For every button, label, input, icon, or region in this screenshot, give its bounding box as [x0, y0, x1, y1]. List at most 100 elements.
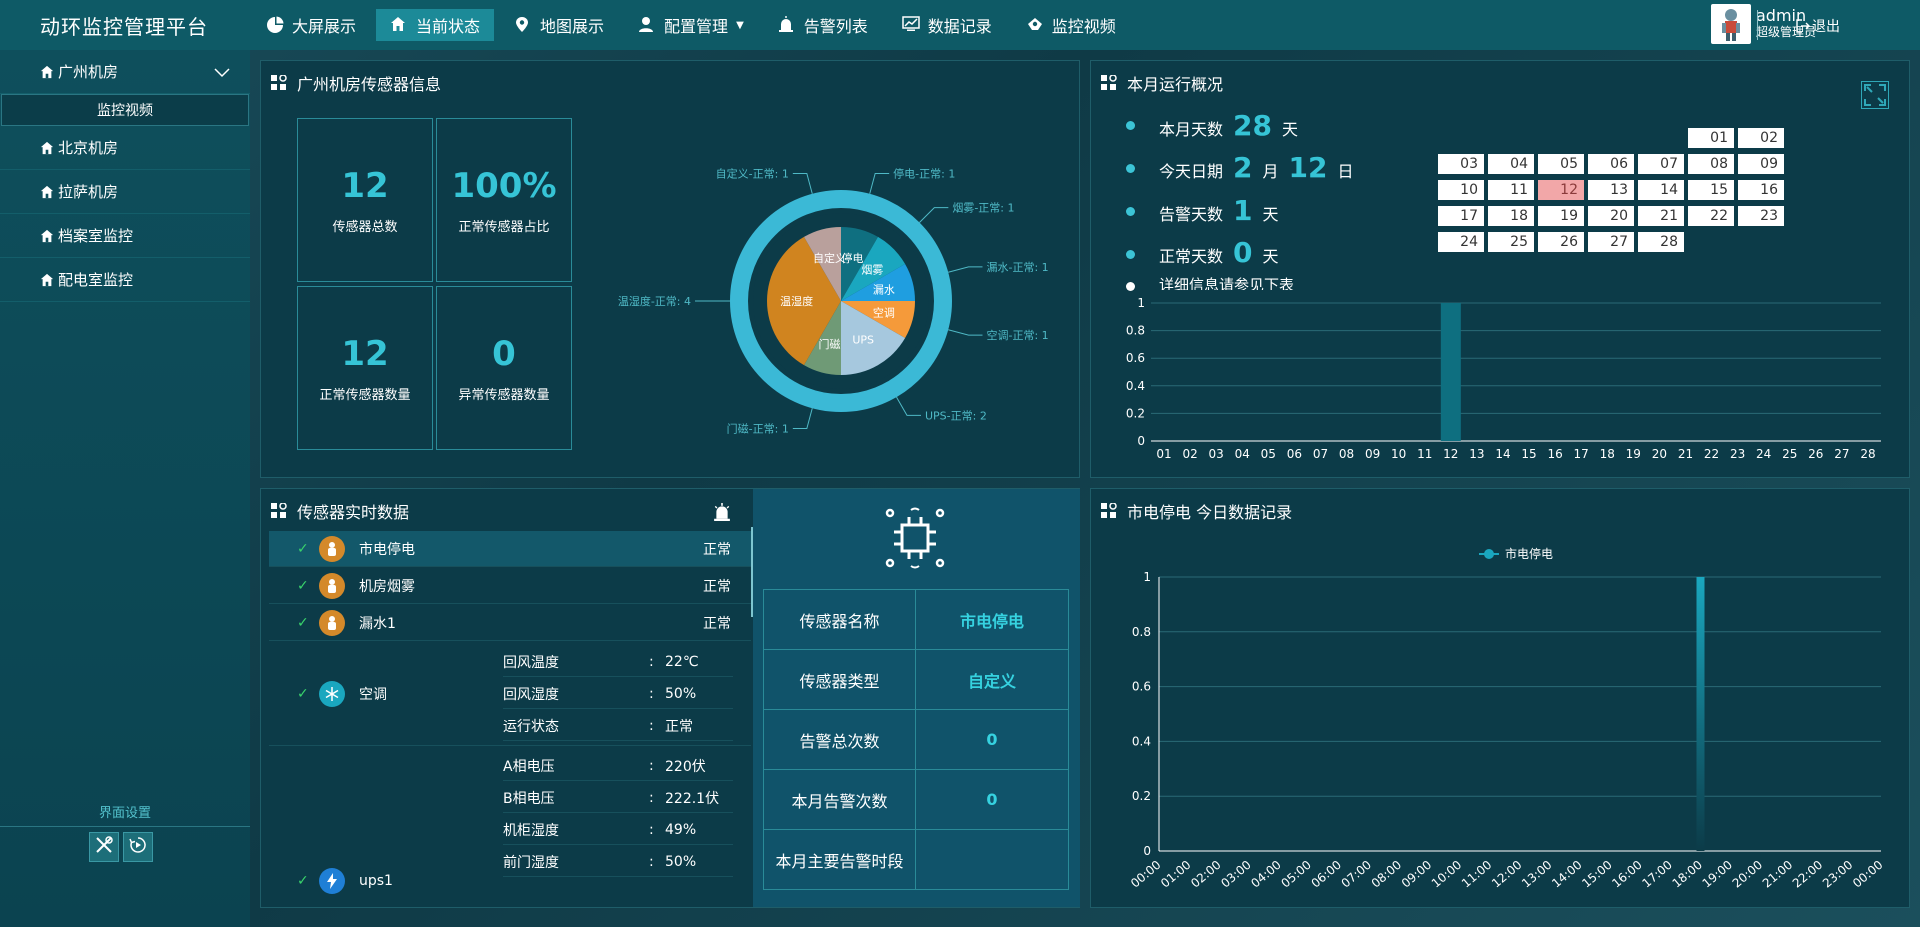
calendar-day[interactable]: 26 — [1538, 232, 1584, 252]
sidebar-item-lhasa[interactable]: 拉萨机房 — [0, 170, 250, 214]
x-tick-label: 07 — [1313, 447, 1328, 461]
sidebar-item-label: 北京机房 — [58, 139, 119, 157]
calendar-day[interactable]: 01 — [1688, 128, 1734, 148]
calendar-day[interactable]: 20 — [1588, 206, 1634, 226]
panel-icon — [1101, 75, 1117, 91]
y-tick-label: 0.2 — [1126, 406, 1145, 420]
callout-label: 门磁-正常: 1 — [727, 422, 789, 436]
sidebar-item-power-room[interactable]: 配电室监控 — [0, 258, 250, 302]
field-colon: : — [649, 685, 654, 702]
donut-slice-label: 自定义 — [813, 251, 846, 265]
sidebar: 广州机房 监控视频 北京机房 拉萨机房 档案室监控 配电室监控 界面设置 — [0, 50, 250, 927]
x-tick-label: 15 — [1521, 447, 1536, 461]
today-record-panel: 市电停电 今日数据记录 市电停电 0 0.2 0.4 0.6 0.8 1 00:00 01:00… — [1090, 488, 1910, 908]
x-tick-label: 08 — [1339, 447, 1354, 461]
nav-current-status[interactable]: 当前状态 — [376, 9, 495, 41]
calendar-day[interactable]: 08 — [1688, 154, 1734, 174]
panel-title-text: 传感器实时数据 — [297, 503, 410, 522]
x-tick-label: 02 — [1182, 447, 1197, 461]
calendar-day[interactable]: 17 — [1438, 206, 1484, 226]
panel-title: 传感器实时数据 — [271, 499, 409, 523]
sensor-row[interactable]: ✓ 漏水1 正常 — [269, 605, 751, 641]
calendar-day[interactable]: 04 — [1488, 154, 1534, 174]
nav-map[interactable]: 地图展示 — [500, 9, 618, 41]
panel-title-text: 市电停电 今日数据记录 — [1127, 503, 1293, 522]
panel-icon — [271, 503, 287, 519]
calendar-day[interactable]: 14 — [1638, 180, 1684, 200]
detail-key: 本月告警次数 — [763, 769, 916, 830]
y-tick-label: 0.6 — [1126, 351, 1145, 365]
calendar-day[interactable]: 22 — [1688, 206, 1734, 226]
alarm-icon — [778, 16, 796, 34]
replay-icon — [128, 835, 148, 859]
callout-line — [948, 329, 983, 336]
stat-value: 0 — [492, 333, 516, 374]
calendar-day[interactable]: 18 — [1488, 206, 1534, 226]
replay-button[interactable] — [123, 832, 153, 862]
sidebar-item-beijing[interactable]: 北京机房 — [0, 126, 250, 170]
sensor-row[interactable]: ✓ 机房烟雾 正常 — [269, 568, 751, 604]
sidebar-item-guangzhou[interactable]: 广州机房 — [0, 50, 250, 94]
calendar-day[interactable]: 06 — [1588, 154, 1634, 174]
expand-button[interactable] — [1861, 81, 1889, 113]
sensor-state: 正常 — [703, 578, 731, 595]
calendar-day[interactable]: 16 — [1738, 180, 1784, 200]
calendar-day[interactable]: 11 — [1488, 180, 1534, 200]
sidebar-item-archive[interactable]: 档案室监控 — [0, 214, 250, 258]
calendar-day[interactable]: 03 — [1438, 154, 1484, 174]
calendar-day[interactable]: 25 — [1488, 232, 1534, 252]
alarm-icon[interactable] — [713, 503, 731, 525]
calendar-day[interactable]: 13 — [1588, 180, 1634, 200]
sidebar-sub-video[interactable]: 监控视频 — [1, 94, 249, 126]
field-key: 运行状态 — [503, 718, 559, 735]
calendar-day[interactable]: 12 — [1538, 180, 1584, 200]
nav-alarm-list[interactable]: 告警列表 — [764, 9, 882, 41]
logout-button[interactable]: 退出 — [1796, 16, 1840, 36]
field-row: 机柜湿度:49% — [503, 815, 733, 845]
field-colon: : — [649, 717, 654, 734]
x-tick-label: 00:00 — [1128, 858, 1163, 891]
calendar-day[interactable]: 21 — [1638, 206, 1684, 226]
sensor-icon — [319, 609, 345, 636]
detail-note: 详细信息请参见下表 — [1159, 276, 1295, 290]
top-bar: 动环监控管理平台 大屏展示 当前状态 地图展示 配置管理 ▼ 告警列表 数据记录… — [0, 0, 1920, 50]
calendar-day[interactable]: 10 — [1438, 180, 1484, 200]
calendar-day[interactable]: 02 — [1738, 128, 1784, 148]
chevron-down-icon[interactable] — [214, 64, 230, 82]
today-month-value: 2 — [1233, 151, 1253, 184]
calendar-day[interactable]: 27 — [1588, 232, 1634, 252]
snowflake-icon — [319, 681, 345, 707]
home-icon — [40, 65, 54, 79]
sensor-row[interactable]: ✓ 市电停电 正常 — [269, 531, 751, 567]
x-tick-label: 03:00 — [1218, 858, 1253, 891]
nav-video[interactable]: 监控视频 — [1012, 9, 1130, 41]
x-tick-label: 04 — [1235, 447, 1250, 461]
donut-slices: 停电烟雾漏水空调UPS门磁温湿度自定义 — [767, 227, 915, 375]
x-tick-label: 24 — [1756, 447, 1771, 461]
detail-key: 告警总次数 — [763, 709, 916, 770]
tools-button[interactable] — [89, 832, 119, 862]
sensor-info-panel: 广州机房传感器信息 12 传感器总数 100% 正常传感器占比 12 正常传感器… — [260, 60, 1080, 478]
avatar[interactable] — [1710, 4, 1751, 44]
stat-value: 100% — [451, 165, 557, 206]
calendar-day[interactable]: 15 — [1688, 180, 1734, 200]
alarm-days-row: 告警天数 1 天 — [1159, 194, 1279, 227]
alarm-days-value: 1 — [1233, 194, 1253, 227]
nav-dashboard[interactable]: 大屏展示 — [252, 9, 370, 41]
calendar-day[interactable]: 05 — [1538, 154, 1584, 174]
calendar-day[interactable]: 28 — [1638, 232, 1684, 252]
calendar-day[interactable]: 09 — [1738, 154, 1784, 174]
settings-buttons — [89, 832, 153, 862]
calendar-day[interactable]: 07 — [1638, 154, 1684, 174]
calendar-day[interactable]: 19 — [1538, 206, 1584, 226]
nav-config[interactable]: 配置管理 ▼ — [624, 9, 758, 41]
nav-data-records[interactable]: 数据记录 — [888, 9, 1006, 41]
callout-line — [792, 408, 813, 430]
x-tick-label: 18 — [1600, 447, 1615, 461]
calendar-day[interactable]: 23 — [1738, 206, 1784, 226]
x-tick-label: 10 — [1391, 447, 1406, 461]
x-tick-label: 19:00 — [1700, 858, 1735, 891]
sensor-detail: 传感器名称 市电停电 传感器类型 自定义 告警总次数 0 本月告警次数 0 本月主要告警… — [753, 489, 1080, 907]
calendar-day[interactable]: 24 — [1438, 232, 1484, 252]
sensor-name: 空调 — [359, 687, 387, 703]
